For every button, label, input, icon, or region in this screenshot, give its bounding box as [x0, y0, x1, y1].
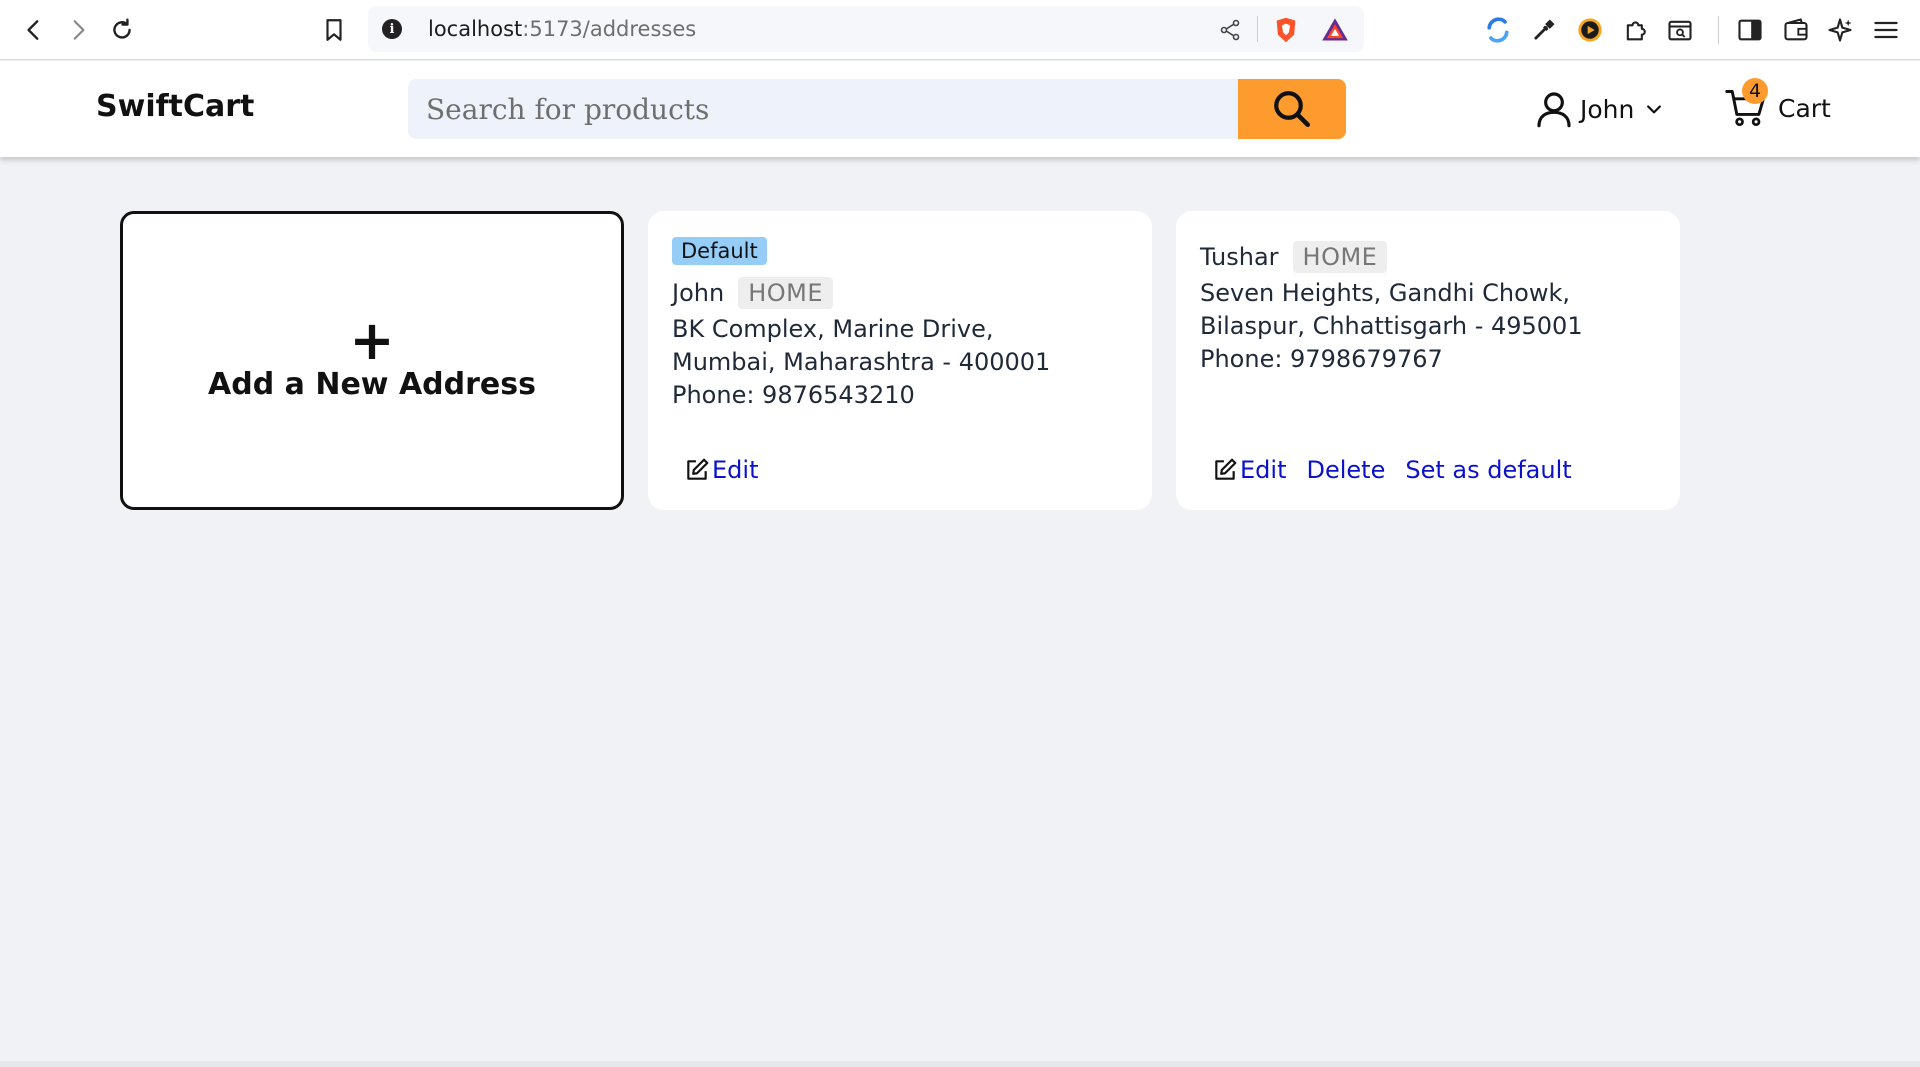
media-play-icon[interactable]	[1574, 14, 1606, 46]
address-line-1: Seven Heights, Gandhi Chowk,	[1200, 279, 1570, 307]
browser-toolbar: i localhost:5173/addresses	[0, 0, 1920, 60]
color-picker-icon[interactable]	[1528, 14, 1560, 46]
toolbar-separator	[1718, 16, 1719, 44]
search-input[interactable]	[408, 79, 1238, 139]
address-bar[interactable]: i localhost:5173/addresses	[368, 6, 1364, 52]
edit-button[interactable]: Edit	[684, 456, 758, 484]
cart-count-badge: 4	[1742, 78, 1768, 104]
edit-label: Edit	[712, 456, 759, 484]
bottom-strip	[0, 1061, 1920, 1067]
cart-icon-wrap: 4	[1724, 78, 1768, 130]
edit-label: Edit	[1240, 456, 1287, 484]
reader-mode-icon[interactable]	[1664, 14, 1696, 46]
add-address-label: Add a New Address	[208, 367, 536, 402]
address-name-row: Tushar HOME	[1200, 237, 1656, 277]
add-address-card[interactable]: + Add a New Address	[120, 211, 624, 510]
back-button[interactable]	[16, 12, 52, 48]
brave-rewards-icon[interactable]	[1320, 16, 1350, 44]
app-header: SwiftCart John 4 Cart	[0, 61, 1920, 157]
brave-shield-icon[interactable]	[1272, 16, 1300, 44]
chevron-down-icon	[1647, 105, 1662, 114]
address-card: Tushar HOME Seven Heights, Gandhi Chowk,…	[1176, 211, 1680, 510]
address-line-2: Bilaspur, Chhattisgarh - 495001	[1200, 312, 1583, 340]
address-line-1: BK Complex, Marine Drive,	[672, 315, 994, 343]
edit-icon	[1215, 458, 1237, 480]
url-text[interactable]: localhost:5173/addresses	[428, 17, 696, 41]
set-default-button[interactable]: Set as default	[1405, 456, 1571, 484]
user-name: John	[1580, 94, 1635, 124]
default-badge: Default	[672, 237, 767, 265]
address-phone: Phone: 9798679767	[1200, 345, 1443, 373]
address-actions: Edit Delete Set as default	[1212, 456, 1572, 484]
url-host: localhost	[428, 17, 523, 41]
arrow-right-icon	[73, 20, 85, 40]
user-menu[interactable]: John	[1534, 87, 1664, 131]
cart-button[interactable]: 4 Cart	[1724, 78, 1831, 133]
url-divider	[1257, 16, 1258, 42]
logo[interactable]: SwiftCart	[96, 89, 254, 124]
address-type-badge: HOME	[738, 277, 833, 309]
search-bar	[408, 79, 1346, 139]
edit-icon	[687, 458, 709, 480]
edit-button[interactable]: Edit	[1212, 456, 1286, 484]
extensions-puzzle-icon[interactable]	[1620, 14, 1652, 46]
magnifier-icon	[1274, 91, 1311, 128]
cart-label: Cart	[1778, 93, 1831, 123]
browser-menu-icon[interactable]	[1870, 14, 1902, 46]
address-type-badge: HOME	[1292, 241, 1388, 273]
reload-icon	[113, 18, 131, 39]
address-actions: Edit	[684, 456, 758, 484]
site-info-icon[interactable]: i	[382, 19, 402, 39]
bookmark-button[interactable]	[316, 12, 352, 48]
bookmark-icon	[326, 19, 342, 41]
share-icon[interactable]	[1218, 18, 1242, 42]
delete-button[interactable]: Delete	[1306, 456, 1385, 484]
reload-button[interactable]	[104, 12, 140, 48]
forward-button[interactable]	[60, 12, 96, 48]
sidebar-toggle-icon[interactable]	[1734, 14, 1766, 46]
search-button[interactable]	[1238, 79, 1346, 139]
url-path: :5173/addresses	[522, 17, 697, 41]
address-line-2: Mumbai, Maharashtra - 400001	[672, 348, 1051, 376]
address-phone: Phone: 9876543210	[672, 381, 915, 409]
leo-ai-icon[interactable]	[1824, 14, 1856, 46]
address-name: Tushar	[1200, 243, 1279, 271]
address-name: John	[672, 279, 725, 307]
arrow-left-icon	[27, 20, 39, 40]
extension-sync-icon[interactable]	[1482, 14, 1514, 46]
address-card: Default John HOME BK Complex, Marine Dri…	[648, 211, 1152, 510]
address-name-row: John HOME	[672, 273, 1128, 313]
wallet-icon[interactable]	[1780, 14, 1812, 46]
plus-icon: +	[349, 309, 395, 372]
user-icon	[1537, 92, 1571, 128]
